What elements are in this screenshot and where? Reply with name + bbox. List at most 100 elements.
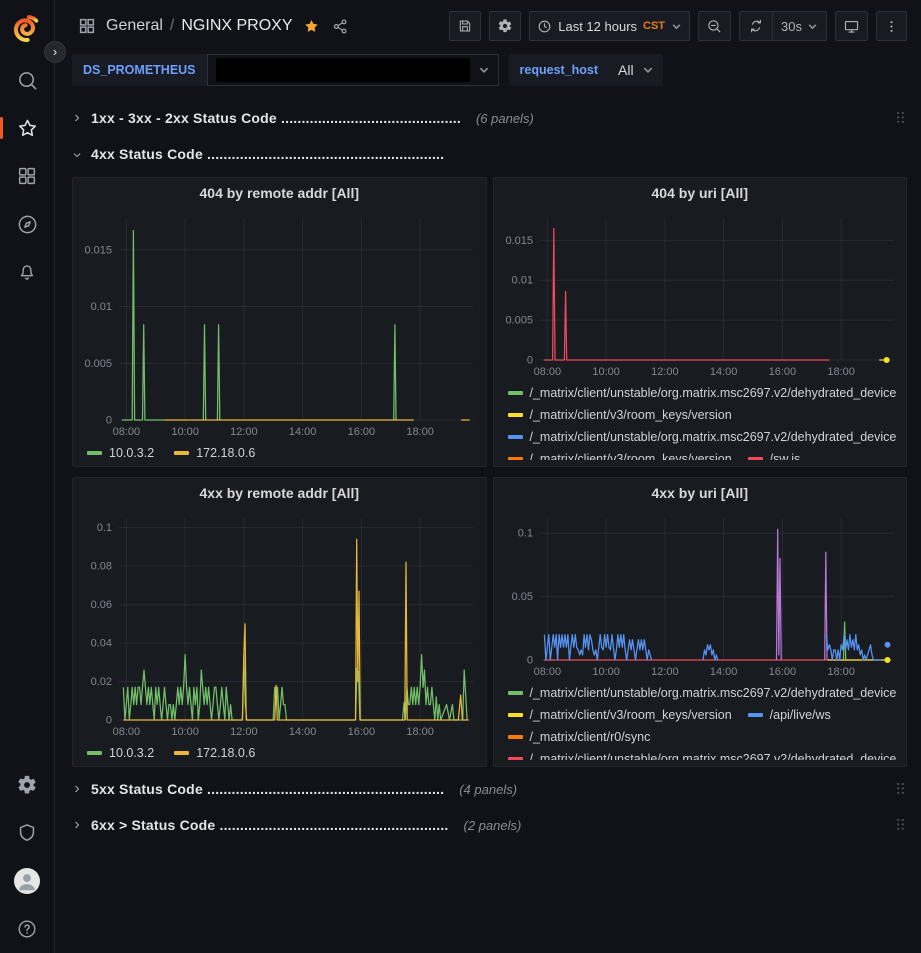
svg-text:0.01: 0.01	[511, 275, 532, 287]
legend-item[interactable]: /_matrix/client/r0/sync	[508, 726, 651, 748]
refresh-icon	[748, 18, 764, 34]
chart-area[interactable]: 08:0010:0012:0014:0016:0018:0000.0050.01…	[494, 208, 907, 380]
svg-text:16:00: 16:00	[768, 666, 796, 678]
clock-icon	[537, 19, 552, 34]
chevron-right-icon: ›	[72, 816, 82, 834]
chart-area[interactable]: 08:0010:0012:0014:0016:0018:0000.050.1	[494, 508, 907, 680]
bell-icon	[16, 261, 38, 283]
legend-swatch	[508, 391, 523, 395]
svg-text:0.02: 0.02	[91, 676, 112, 688]
request-host-select[interactable]: All	[609, 54, 663, 86]
legend-item[interactable]: /sw.js	[748, 448, 801, 460]
row-drag-handle[interactable]	[896, 111, 907, 126]
panel-title[interactable]: 404 by uri [All]	[494, 178, 907, 208]
svg-text:08:00: 08:00	[113, 426, 141, 438]
svg-text:08:00: 08:00	[533, 666, 561, 678]
refresh-interval-label: 30s	[781, 19, 802, 34]
legend-label: /_matrix/client/unstable/org.matrix.msc2…	[530, 430, 897, 444]
legend-label: /_matrix/client/unstable/org.matrix.msc2…	[530, 752, 897, 760]
svg-text:0.01: 0.01	[91, 301, 112, 313]
sidebar-item-server-admin[interactable]	[0, 809, 55, 857]
variable-datasource: DS_PROMETHEUS	[72, 54, 499, 86]
favorite-star-icon[interactable]	[303, 18, 320, 35]
row-1xx-3xx-2xx[interactable]: › 1xx - 3xx - 2xx Status Code ..........…	[72, 104, 907, 132]
legend-item[interactable]: 10.0.3.2	[87, 742, 154, 764]
svg-text:0.08: 0.08	[91, 561, 112, 573]
legend-item[interactable]: /_matrix/client/v3/room_keys/version	[508, 404, 732, 426]
avatar	[14, 868, 40, 894]
dashboard-title[interactable]: NGINX PROXY	[181, 17, 292, 35]
legend-label: 10.0.3.2	[109, 446, 154, 460]
chart-canvas[interactable]: 08:0010:0012:0014:0016:0018:0000.020.040…	[73, 508, 485, 740]
star-outline-icon	[16, 117, 39, 140]
legend-item[interactable]: /_matrix/client/v3/room_keys/version	[508, 448, 732, 460]
chart-canvas[interactable]: 08:0010:0012:0014:0016:0018:0000.0050.01…	[494, 208, 906, 380]
sidebar-item-search[interactable]	[0, 56, 55, 104]
svg-text:14:00: 14:00	[709, 366, 737, 378]
sidebar-expand-button[interactable]: ›	[44, 41, 66, 63]
legend-item[interactable]: /_matrix/client/unstable/org.matrix.msc2…	[508, 748, 897, 760]
chart-canvas[interactable]: 08:0010:0012:0014:0016:0018:0000.0050.01…	[73, 208, 485, 440]
legend-item[interactable]: 172.18.0.6	[174, 742, 255, 764]
sidebar-item-explore[interactable]	[0, 200, 55, 248]
breadcrumb-folder[interactable]: General	[106, 17, 163, 35]
row-6xx[interactable]: › 6xx > Status Code ....................…	[72, 811, 907, 839]
panel-title[interactable]: 404 by remote addr [All]	[73, 178, 486, 208]
datasource-select[interactable]	[207, 54, 499, 86]
monitor-icon	[843, 18, 860, 35]
legend-swatch	[87, 451, 102, 455]
svg-text:0: 0	[106, 715, 112, 727]
refresh-interval-dropdown[interactable]: 30s	[772, 12, 826, 40]
legend-item[interactable]: /api/live/ws	[748, 704, 831, 726]
grafana-logo-icon	[12, 13, 42, 43]
save-icon	[457, 18, 473, 34]
sidebar-item-starred[interactable]	[0, 104, 55, 152]
kebab-menu-button[interactable]	[876, 11, 907, 41]
chart-area[interactable]: 08:0010:0012:0014:0016:0018:0000.0050.01…	[73, 208, 486, 440]
sidebar-item-profile[interactable]	[0, 857, 55, 905]
chart-canvas[interactable]: 08:0010:0012:0014:0016:0018:0000.050.1	[494, 508, 906, 680]
share-icon[interactable]	[332, 18, 349, 35]
row-drag-handle[interactable]	[896, 782, 907, 797]
row-title: 6xx > Status Code ......................…	[91, 817, 449, 833]
svg-text:10:00: 10:00	[592, 366, 620, 378]
legend-item[interactable]: /_matrix/client/unstable/org.matrix.msc2…	[508, 682, 897, 704]
apps-grid-icon[interactable]	[78, 17, 96, 35]
panel-legend: /_matrix/client/unstable/org.matrix.msc2…	[494, 680, 907, 760]
legend-item[interactable]: 172.18.0.6	[174, 442, 255, 464]
sidebar-item-alerting[interactable]	[0, 248, 55, 296]
legend-item[interactable]: /_matrix/client/v3/room_keys/version	[508, 704, 732, 726]
row-4xx[interactable]: › 4xx Status Code ......................…	[72, 140, 907, 168]
panel-title[interactable]: 4xx by remote addr [All]	[73, 478, 486, 508]
panel-legend: 10.0.3.2 172.18.0.6	[73, 740, 486, 766]
sidebar-item-dashboards[interactable]	[0, 152, 55, 200]
variable-label-request-host: request_host	[509, 54, 610, 86]
zoom-out-time-button[interactable]	[698, 11, 731, 41]
save-dashboard-button[interactable]	[449, 11, 481, 41]
legend-label: /api/live/ws	[770, 708, 831, 722]
time-range-picker[interactable]: Last 12 hours CST	[529, 11, 690, 41]
legend-item[interactable]: 10.0.3.2	[87, 442, 154, 464]
svg-text:12:00: 12:00	[651, 366, 679, 378]
dashboard-settings-button[interactable]	[489, 11, 521, 41]
chart-area[interactable]: 08:0010:0012:0014:0016:0018:0000.020.040…	[73, 508, 486, 740]
sidebar-item-help[interactable]	[0, 905, 55, 953]
kebab-menu-icon	[884, 19, 899, 34]
svg-text:14:00: 14:00	[289, 426, 317, 438]
legend-item[interactable]: /_matrix/client/unstable/org.matrix.msc2…	[508, 382, 897, 404]
legend-item[interactable]: /_matrix/client/unstable/org.matrix.msc2…	[508, 426, 897, 448]
svg-text:16:00: 16:00	[768, 366, 796, 378]
legend-swatch	[508, 735, 523, 739]
svg-text:18:00: 18:00	[406, 726, 434, 738]
person-icon	[14, 868, 40, 894]
refresh-button[interactable]	[740, 12, 772, 40]
variable-request-host: request_host All	[509, 54, 663, 86]
panel-title[interactable]: 4xx by uri [All]	[494, 478, 907, 508]
legend-label: /sw.js	[770, 452, 801, 460]
sidebar-item-configuration[interactable]	[0, 761, 55, 809]
navbar-actions: Last 12 hours CST	[449, 11, 907, 41]
tv-mode-button[interactable]	[835, 11, 868, 41]
row-5xx[interactable]: › 5xx Status Code ......................…	[72, 775, 907, 803]
chevron-down-icon	[642, 64, 654, 76]
row-drag-handle[interactable]	[896, 818, 907, 833]
